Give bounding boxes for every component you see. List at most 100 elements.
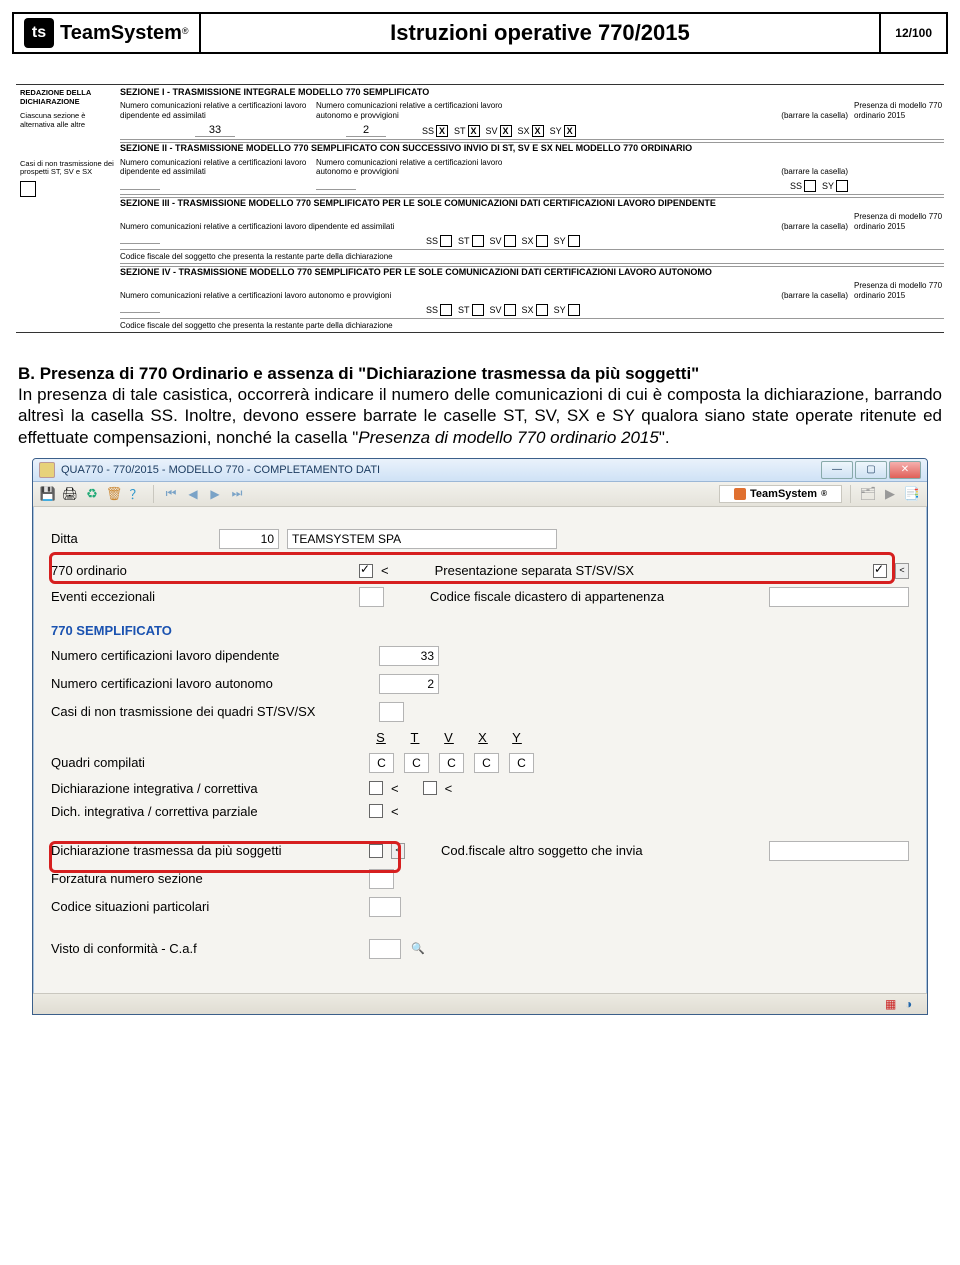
doc-title: Istruzioni operative 770/2015	[201, 14, 882, 52]
sec4-barrare: (barrare la casella)	[781, 291, 848, 300]
sec2-label-1: Numero comunicazioni relative a certific…	[120, 158, 310, 176]
minimize-button[interactable]: —	[821, 461, 853, 479]
dich-int-check2[interactable]	[423, 781, 437, 795]
sec1-sx-check: X	[532, 125, 544, 137]
quadri-y[interactable]: C	[509, 753, 534, 773]
form-area: Ditta 10 TEAMSYSTEM SPA 770 ordinario < …	[33, 507, 927, 971]
section-2-title: SEZIONE II - TRASMISSIONE MODELLO 770 SE…	[120, 142, 944, 153]
sidebar-checkbox	[20, 181, 36, 197]
cf-dicastero-label: Codice fiscale dicastero di appartenenza	[430, 589, 664, 604]
tool-icon-1[interactable]: 🗂	[859, 485, 877, 503]
brand-badge: TeamSystem®	[719, 485, 842, 503]
close-button[interactable]: ✕	[889, 461, 921, 479]
sec4-label: Numero comunicazioni relative a certific…	[120, 291, 420, 300]
brand-badge-icon	[734, 488, 746, 500]
last-icon[interactable]: ⏭	[228, 485, 246, 503]
help-icon[interactable]: ？	[127, 485, 145, 503]
sec3-presenza: Presenza di modello 770 ordinario 2015	[854, 212, 944, 230]
eventi-label: Eventi eccezionali	[51, 589, 351, 604]
app-window: QUA770 - 770/2015 - MODELLO 770 - COMPLE…	[32, 458, 928, 1015]
ditta-name-input[interactable]: TEAMSYSTEM SPA	[287, 529, 557, 549]
quadri-t[interactable]: C	[404, 753, 429, 773]
status-icon-1[interactable]: ▦	[885, 997, 899, 1011]
refresh-icon[interactable]: ♻	[83, 485, 101, 503]
dich-int-check1[interactable]	[369, 781, 383, 795]
sec3-barrare: (barrare la casella)	[781, 222, 848, 231]
cert-aut-label: Numero certificazioni lavoro autonomo	[51, 676, 371, 691]
logo-icon: ts	[24, 18, 54, 48]
sec2-barrare: (barrare la casella)	[781, 167, 848, 176]
sidebar-heading: REDAZIONE DELLA DICHIARAZIONE	[20, 89, 116, 106]
quadri-s[interactable]: C	[369, 753, 394, 773]
quadri-x[interactable]: C	[474, 753, 499, 773]
semplificato-section-title: 770 SEMPLIFICATO	[51, 623, 909, 638]
ditta-label: Ditta	[51, 531, 211, 546]
sec1-sv-check: X	[500, 125, 512, 137]
visto-label: Visto di conformità - C.a.f	[51, 941, 361, 956]
prev-icon[interactable]: ◀	[184, 485, 202, 503]
sec1-st-check: X	[468, 125, 480, 137]
sit-input[interactable]	[369, 897, 401, 917]
visto-input[interactable]	[369, 939, 401, 959]
casi-label: Casi di non trasmissione dei quadri ST/S…	[51, 704, 371, 719]
body-paragraph: B. Presenza di 770 Ordinario e assenza d…	[18, 363, 942, 448]
eventi-input[interactable]	[359, 587, 384, 607]
window-title: QUA770 - 770/2015 - MODELLO 770 - COMPLE…	[61, 464, 821, 476]
app-icon	[39, 462, 55, 478]
ordinario-checkbox[interactable]	[359, 564, 373, 578]
presentazione-checkbox[interactable]	[873, 564, 887, 578]
stvxy-header: S T V X Y	[371, 730, 527, 745]
sec4-cf: Codice fiscale del soggetto che presenta…	[120, 321, 393, 330]
save-icon[interactable]: 💾	[39, 485, 57, 503]
sec2-label-2: Numero comunicazioni relative a certific…	[316, 158, 506, 176]
sec1-ss-check: X	[436, 125, 448, 137]
tool-icon-3[interactable]: 📑	[903, 485, 921, 503]
sidebar-note-1: Ciascuna sezione è alternativa alle altr…	[20, 112, 116, 129]
titlebar: QUA770 - 770/2015 - MODELLO 770 - COMPLE…	[33, 459, 927, 482]
sec1-val2: 2	[346, 124, 386, 138]
sec1-presenza: Presenza di modello 770 ordinario 2015	[854, 101, 944, 119]
sec4-presenza: Presenza di modello 770 ordinario 2015	[854, 281, 944, 299]
forz-input[interactable]	[369, 869, 394, 889]
next-icon[interactable]: ▶	[206, 485, 224, 503]
search-icon[interactable]: 🔍	[411, 942, 425, 955]
body-lead: B. Presenza di 770 Ordinario e assenza d…	[18, 364, 699, 383]
quadri-label: Quadri compilati	[51, 755, 361, 770]
logo: ts TeamSystem®	[14, 14, 201, 52]
dich-int-label: Dichiarazione integrativa / correttiva	[51, 781, 361, 796]
cert-dip-input[interactable]: 33	[379, 646, 439, 666]
dich-tras-check[interactable]	[369, 844, 383, 858]
section-1-title: SEZIONE I - TRASMISSIONE INTEGRALE MODEL…	[120, 87, 944, 97]
body-italic: Presenza di modello 770 ordinario 2015	[358, 428, 659, 447]
cod-altro-label: Cod.fiscale altro soggetto che invia	[441, 843, 643, 858]
casi-input[interactable]	[379, 702, 404, 722]
ditta-number-input[interactable]: 10	[219, 529, 279, 549]
dich-tras-label: Dichiarazione trasmessa da più soggetti	[51, 843, 361, 858]
ordinario-label: 770 ordinario	[51, 563, 351, 578]
tool-icon-2[interactable]: ▶	[881, 485, 899, 503]
sec1-val1: 33	[195, 124, 235, 138]
print-icon[interactable]: 🖨	[61, 485, 79, 503]
section-4-title: SEZIONE IV - TRASMISSIONE MODELLO 770 SE…	[120, 266, 944, 277]
trash-icon[interactable]: 🗑	[105, 485, 123, 503]
page-header: ts TeamSystem® Istruzioni operative 770/…	[12, 12, 948, 54]
brand-name: TeamSystem	[60, 22, 182, 44]
cod-altro-input[interactable]	[769, 841, 909, 861]
presentazione-dropdown[interactable]: <	[895, 563, 909, 579]
sec1-barrare: (barrare la casella)	[781, 111, 848, 120]
dich-tras-dropdown[interactable]: <	[391, 843, 405, 859]
cf-dicastero-input[interactable]	[769, 587, 909, 607]
maximize-button[interactable]: ▢	[855, 461, 887, 479]
first-icon[interactable]: ⏮	[162, 485, 180, 503]
quadri-v[interactable]: C	[439, 753, 464, 773]
tax-form-excerpt: REDAZIONE DELLA DICHIARAZIONE Ciascuna s…	[16, 84, 944, 333]
toolbar: 💾 🖨 ♻ 🗑 ？ ⏮ ◀ ▶ ⏭ TeamSystem® 🗂 ▶ 📑	[33, 482, 927, 507]
sec1-label-2: Numero comunicazioni relative a certific…	[316, 101, 506, 119]
sec1-label-1: Numero comunicazioni relative a certific…	[120, 101, 310, 119]
status-icon-2[interactable]: ◑	[905, 997, 919, 1011]
presentazione-label: Presentazione separata ST/SV/SX	[435, 563, 634, 578]
dich-parz-check[interactable]	[369, 804, 383, 818]
cert-aut-input[interactable]: 2	[379, 674, 439, 694]
sec3-cf: Codice fiscale del soggetto che presenta…	[120, 252, 393, 261]
registered-mark: ®	[182, 26, 189, 36]
